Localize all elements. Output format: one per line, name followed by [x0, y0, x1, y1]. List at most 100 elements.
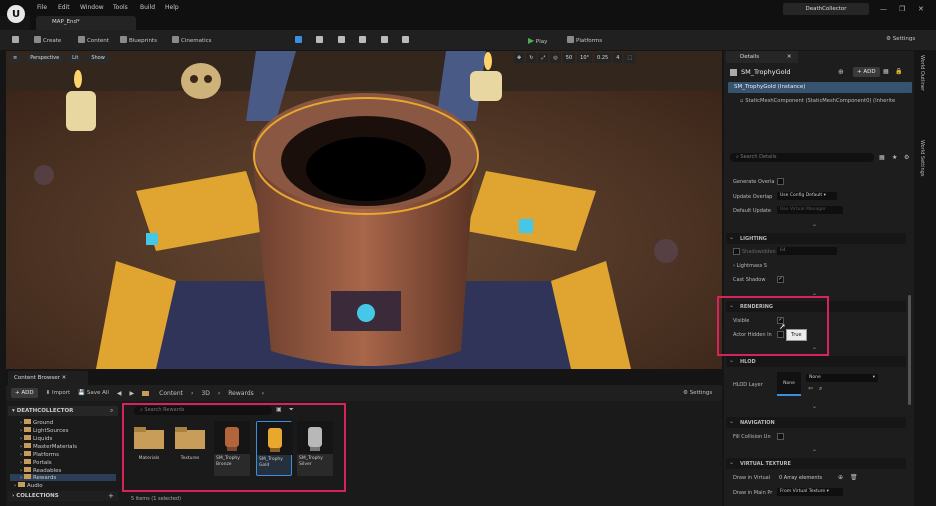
- forward-icon[interactable]: ▶: [130, 390, 135, 397]
- component-static-mesh-row[interactable]: ▫ StaticMeshComponent (StaticMeshCompone…: [740, 98, 910, 104]
- breadcrumb-3d[interactable]: 3D: [201, 390, 209, 397]
- breadcrumb-content[interactable]: Content: [159, 390, 183, 397]
- modeling-mode-icon[interactable]: [381, 36, 390, 44]
- add-collection-icon[interactable]: +: [108, 492, 114, 500]
- collections-header[interactable]: › COLLECTIONS: [8, 491, 118, 501]
- translate-icon[interactable]: ✥: [514, 53, 525, 63]
- content-settings-button[interactable]: ⚙ Settings: [683, 390, 712, 396]
- collapse-icon[interactable]: ⌄: [729, 418, 734, 425]
- lightmass-label[interactable]: › Lightmass S: [733, 263, 767, 269]
- grid-icon[interactable]: ▦: [883, 68, 889, 75]
- settings-gear-icon[interactable]: ⚙: [904, 154, 909, 161]
- tree-item-rewards[interactable]: › Rewards: [10, 474, 116, 481]
- favorites-star-icon[interactable]: ★: [892, 154, 897, 161]
- scale-icon[interactable]: ⤢: [538, 53, 549, 63]
- details-search-input[interactable]: ⌕ Search Details: [730, 153, 874, 162]
- menu-tools[interactable]: Tools: [113, 4, 128, 11]
- menu-help[interactable]: Help: [165, 4, 179, 11]
- section-virtual-texture[interactable]: VIRTUAL TEXTURE: [726, 458, 906, 469]
- play-button[interactable]: ▶ Play: [528, 36, 547, 45]
- generate-overlap-checkbox[interactable]: [777, 178, 784, 185]
- expand-chevron-icon[interactable]: ⌄: [812, 403, 817, 410]
- default-update-select[interactable]: Use Virtual Manager: [777, 206, 843, 214]
- lit-button[interactable]: Lit: [67, 53, 84, 63]
- tab-world-settings[interactable]: World Settings: [919, 140, 925, 176]
- trash-icon[interactable]: 🗑: [850, 474, 858, 481]
- browse-arrow-icon[interactable]: ⇦: [808, 385, 813, 392]
- collapse-icon[interactable]: ⌄: [729, 459, 734, 466]
- minimize-icon[interactable]: —: [880, 5, 887, 13]
- breadcrumb-rewards[interactable]: Rewards: [228, 390, 253, 397]
- section-lighting[interactable]: LIGHTING: [726, 233, 906, 244]
- camera-speed-value[interactable]: 4: [613, 53, 623, 63]
- update-overlap-select[interactable]: Use Config Default ▾: [777, 192, 837, 200]
- blueprint-icon[interactable]: ⊕: [838, 68, 844, 76]
- close-icon[interactable]: ✕: [918, 5, 924, 13]
- fill-collision-checkbox[interactable]: [777, 433, 784, 440]
- add-button[interactable]: + ADD: [11, 388, 38, 398]
- menu-build[interactable]: Build: [140, 4, 155, 11]
- tree-item-portals[interactable]: › Portals: [20, 459, 52, 466]
- tab-map-end[interactable]: MAP_End*: [36, 16, 136, 30]
- scale-snap-value[interactable]: 0.25: [594, 53, 612, 63]
- expand-chevron-icon[interactable]: ⌄: [812, 446, 817, 453]
- rotate-icon[interactable]: ↻: [526, 53, 537, 63]
- hlod-thumbnail[interactable]: None: [777, 372, 801, 396]
- landscape-mode-icon[interactable]: [316, 36, 325, 44]
- cast-shadow-checkbox[interactable]: ✓: [777, 276, 784, 283]
- lock-icon[interactable]: 🔒: [895, 68, 902, 75]
- collapse-icon[interactable]: ⌄: [729, 357, 734, 364]
- tree-item-platforms[interactable]: › Platforms: [20, 451, 59, 458]
- angle-snap-value[interactable]: 10°: [577, 53, 593, 63]
- level-viewport[interactable]: [6, 51, 722, 369]
- foliage-mode-icon[interactable]: [338, 36, 347, 44]
- tab-world-outliner[interactable]: World Outliner: [919, 55, 925, 91]
- menu-file[interactable]: File: [37, 4, 47, 11]
- unreal-logo-icon[interactable]: U: [7, 5, 25, 23]
- section-hlod[interactable]: HLOD: [726, 356, 906, 367]
- expand-chevron-icon[interactable]: ⌄: [812, 221, 817, 228]
- details-scrollbar[interactable]: [908, 295, 911, 405]
- shadow-override-checkbox[interactable]: [733, 248, 740, 255]
- maximize-viewport-icon[interactable]: ⬚: [624, 53, 636, 63]
- tree-root[interactable]: ▾ DEATHCOLLECTOR: [8, 406, 118, 416]
- tab-details[interactable]: Details ✕: [726, 51, 798, 63]
- viewport-options-button[interactable]: ≡: [8, 53, 23, 63]
- hlod-layer-select[interactable]: None ▾: [806, 374, 878, 382]
- create-button[interactable]: Create: [34, 36, 61, 44]
- add-element-icon[interactable]: ⊕: [838, 474, 843, 481]
- tab-content-browser[interactable]: Content Browser ✕: [8, 371, 88, 385]
- select-mode-icon[interactable]: [295, 36, 304, 44]
- tree-item-audio[interactable]: › Audio: [14, 482, 43, 489]
- actor-name[interactable]: SM_TrophyGold: [741, 68, 791, 76]
- save-icon[interactable]: [12, 36, 21, 44]
- tree-item-ground[interactable]: › Ground: [20, 419, 53, 426]
- mesh-paint-mode-icon[interactable]: [359, 36, 368, 44]
- show-button[interactable]: Show: [86, 53, 110, 63]
- collapse-icon[interactable]: ⌄: [729, 234, 734, 241]
- cinematics-button[interactable]: Cinematics: [172, 36, 212, 44]
- content-button[interactable]: Content: [78, 36, 109, 44]
- tree-item-mastermaterials[interactable]: › MasterMaterials: [20, 443, 77, 450]
- find-search-icon[interactable]: ⌕: [819, 385, 822, 393]
- menu-window[interactable]: Window: [80, 4, 104, 11]
- tree-item-readables[interactable]: › Readables: [20, 467, 61, 474]
- add-component-button[interactable]: + ADD: [853, 67, 880, 77]
- close-tab-icon[interactable]: ✕: [62, 375, 67, 381]
- close-tab-icon[interactable]: ✕: [787, 54, 792, 60]
- tree-item-lightsources[interactable]: › LightSources: [20, 427, 68, 434]
- import-button[interactable]: ⬇ Import: [46, 390, 71, 396]
- back-icon[interactable]: ◀: [117, 390, 122, 397]
- platforms-button[interactable]: Platforms: [567, 36, 602, 44]
- draw-in-main-select[interactable]: From Virtual Texture ▾: [777, 488, 843, 496]
- shadow-value[interactable]: 64: [777, 247, 837, 255]
- world-icon[interactable]: ◎: [550, 53, 561, 63]
- menu-edit[interactable]: Edit: [58, 4, 70, 11]
- maximize-icon[interactable]: ❐: [899, 5, 905, 13]
- perspective-button[interactable]: Perspective: [25, 53, 65, 63]
- section-navigation[interactable]: NAVIGATION: [726, 417, 906, 428]
- tree-item-liquids[interactable]: › Liquids: [20, 435, 52, 442]
- property-matrix-icon[interactable]: ▦: [879, 154, 885, 161]
- settings-button[interactable]: ⚙ Settings: [886, 36, 915, 42]
- blueprints-button[interactable]: Blueprints: [120, 36, 157, 44]
